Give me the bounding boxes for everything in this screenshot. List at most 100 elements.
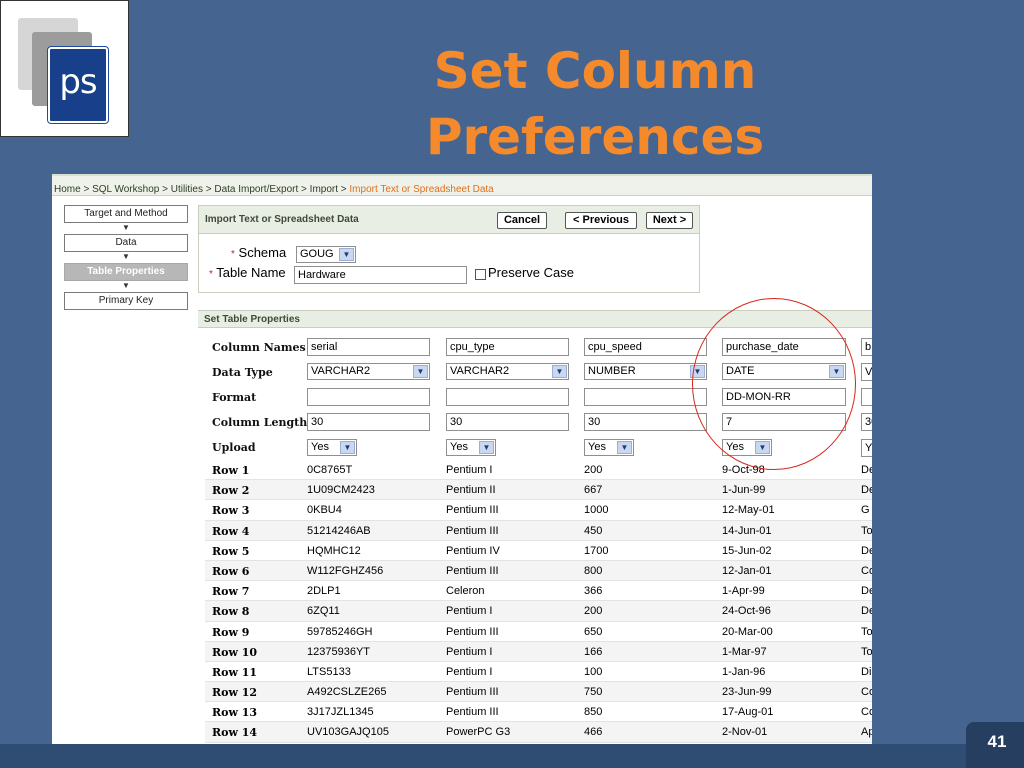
table-row: Row 14 UV103GAJQ105 PowerPC G3 466 2-Nov-01 A… — [205, 722, 872, 743]
format-input[interactable] — [861, 388, 872, 406]
step-data[interactable]: Data — [64, 234, 188, 252]
table-cell: Ap — [861, 726, 872, 739]
column-length-label: Column Length — [212, 416, 308, 429]
column-name-input[interactable]: serial — [307, 338, 430, 356]
table-cell: 1-Mar-97 — [722, 645, 767, 658]
table-cell: 200 — [584, 605, 603, 618]
chevron-down-icon: ▼ — [413, 365, 428, 378]
next-button[interactable]: Next > — [646, 212, 693, 229]
data-type-select[interactable]: VARCHAR2 ▼ — [307, 363, 430, 380]
column-names-label: Column Names — [212, 341, 306, 354]
row-label: Row 14 — [212, 726, 258, 740]
row-label: Row 4 — [212, 524, 250, 538]
table-row: Row 5 HQMHC12 Pentium IV 1700 15-Jun-02 De — [205, 541, 872, 561]
data-type-select[interactable]: NUMBER ▼ — [584, 363, 707, 380]
data-type-select[interactable]: VARCHAR2 ▼ — [446, 363, 569, 380]
table-cell: 23-Jun-99 — [722, 686, 772, 699]
column-name-input[interactable]: cpu_speed — [584, 338, 707, 356]
table-cell: 20-Mar-00 — [722, 625, 773, 638]
table-cell: 1-Jan-96 — [722, 665, 766, 678]
table-name-label: Table Name — [216, 265, 286, 280]
table-cell: 1700 — [584, 544, 609, 557]
table-cell: Pentium I — [446, 464, 493, 476]
table-cell: Pentium III — [446, 706, 499, 719]
chevron-down-icon: ▼ — [340, 441, 355, 454]
table-name-input[interactable]: Hardware — [294, 266, 467, 284]
preview-table: Row 10C8765TPentium I2009-Oct-98De Row 2… — [205, 460, 872, 743]
table-cell: 14-Jun-01 — [722, 524, 772, 537]
table-cell: De — [861, 585, 872, 598]
upload-label: Upload — [212, 441, 256, 454]
table-cell: Co — [861, 706, 872, 719]
step-target-and-method[interactable]: Target and Method — [64, 205, 188, 223]
breadcrumb: Home > SQL Workshop > Utilities > Data I… — [52, 174, 872, 196]
import-region-header: Import Text or Spreadsheet Data Cancel <… — [199, 206, 699, 234]
breadcrumb-path[interactable]: Home > SQL Workshop > Utilities > Data I… — [54, 184, 349, 195]
table-cell: Pentium III — [446, 625, 499, 638]
schema-label: Schema — [238, 245, 287, 260]
table-cell: Pentium III — [446, 504, 499, 517]
column-length-input[interactable]: 30 — [307, 413, 430, 431]
chevron-down-icon: ▼ — [339, 248, 354, 261]
upload-select[interactable]: Yes ▼ — [584, 439, 634, 456]
table-row: Row 7 2DLP1 Celeron 366 1-Apr-99 De — [205, 581, 872, 602]
table-cell: 850 — [584, 706, 603, 719]
preserve-case-checkbox[interactable] — [475, 269, 486, 280]
table-cell: Di — [861, 665, 872, 678]
previous-button[interactable]: < Previous — [565, 212, 637, 229]
format-input[interactable] — [307, 388, 430, 406]
column-length-input[interactable]: 30 — [584, 413, 707, 431]
slide-footer-bar — [0, 744, 1024, 768]
table-cell: 366 — [584, 585, 603, 598]
table-cell: Pentium I — [446, 605, 493, 618]
row-label: Row 7 — [212, 585, 250, 599]
upload-select[interactable]: Y — [861, 439, 872, 457]
column-length-input[interactable]: 30 — [446, 413, 569, 431]
table-cell: 650 — [584, 625, 603, 638]
table-cell: PowerPC G3 — [446, 726, 511, 739]
table-row: Row 6 W112FGHZ456 Pentium III 800 12-Jan-01 C… — [205, 560, 872, 582]
column-name-input[interactable]: b — [861, 338, 872, 356]
row-label: Row 10 — [212, 645, 258, 659]
table-cell: LTS5133 — [307, 665, 351, 678]
table-cell: 1-Jun-99 — [722, 484, 766, 497]
upload-select[interactable]: Yes ▼ — [446, 439, 496, 456]
upload-select[interactable]: Yes ▼ — [307, 439, 357, 456]
step-arrow-icon: ▼ — [122, 252, 130, 261]
table-cell: Pentium III — [446, 564, 499, 577]
table-cell: 800 — [584, 564, 603, 577]
schema-row: * Schema — [231, 245, 286, 260]
data-type-select[interactable]: V — [861, 363, 872, 381]
step-table-properties[interactable]: Table Properties — [64, 263, 188, 281]
row-label: Row 8 — [212, 605, 250, 619]
table-cell: Pentium III — [446, 686, 499, 699]
chevron-down-icon: ▼ — [552, 365, 567, 378]
format-input[interactable] — [584, 388, 707, 406]
required-marker: * — [231, 249, 235, 260]
table-cell: 200 — [584, 464, 603, 476]
format-input[interactable] — [446, 388, 569, 406]
table-row: Row 13 3J17JZL1345 Pentium III 850 17-Aug-01… — [205, 702, 872, 723]
schema-select[interactable]: GOUG ▼ — [296, 246, 356, 263]
logo-text: ps — [59, 62, 97, 102]
table-cell: To — [861, 645, 872, 658]
chevron-down-icon: ▼ — [617, 441, 632, 454]
table-cell: 12-Jan-01 — [722, 564, 772, 577]
required-marker: * — [209, 269, 213, 280]
format-label: Format — [212, 391, 257, 404]
column-name-input[interactable]: cpu_type — [446, 338, 569, 356]
data-type-value: NUMBER — [588, 365, 636, 377]
table-cell: Co — [861, 564, 872, 577]
schema-value: GOUG — [300, 248, 334, 260]
step-primary-key[interactable]: Primary Key — [64, 292, 188, 310]
import-region-title: Import Text or Spreadsheet Data — [205, 214, 359, 225]
row-label: Row 11 — [212, 665, 258, 679]
column-length-input[interactable]: 30 — [861, 413, 872, 431]
table-cell: De — [861, 605, 872, 618]
cancel-button[interactable]: Cancel — [497, 212, 547, 229]
upload-value: Yes — [588, 441, 606, 453]
table-cell: De — [861, 464, 872, 476]
table-cell: Pentium I — [446, 645, 493, 658]
table-cell: 17-Aug-01 — [722, 706, 774, 719]
data-type-value: VARCHAR2 — [450, 365, 510, 377]
